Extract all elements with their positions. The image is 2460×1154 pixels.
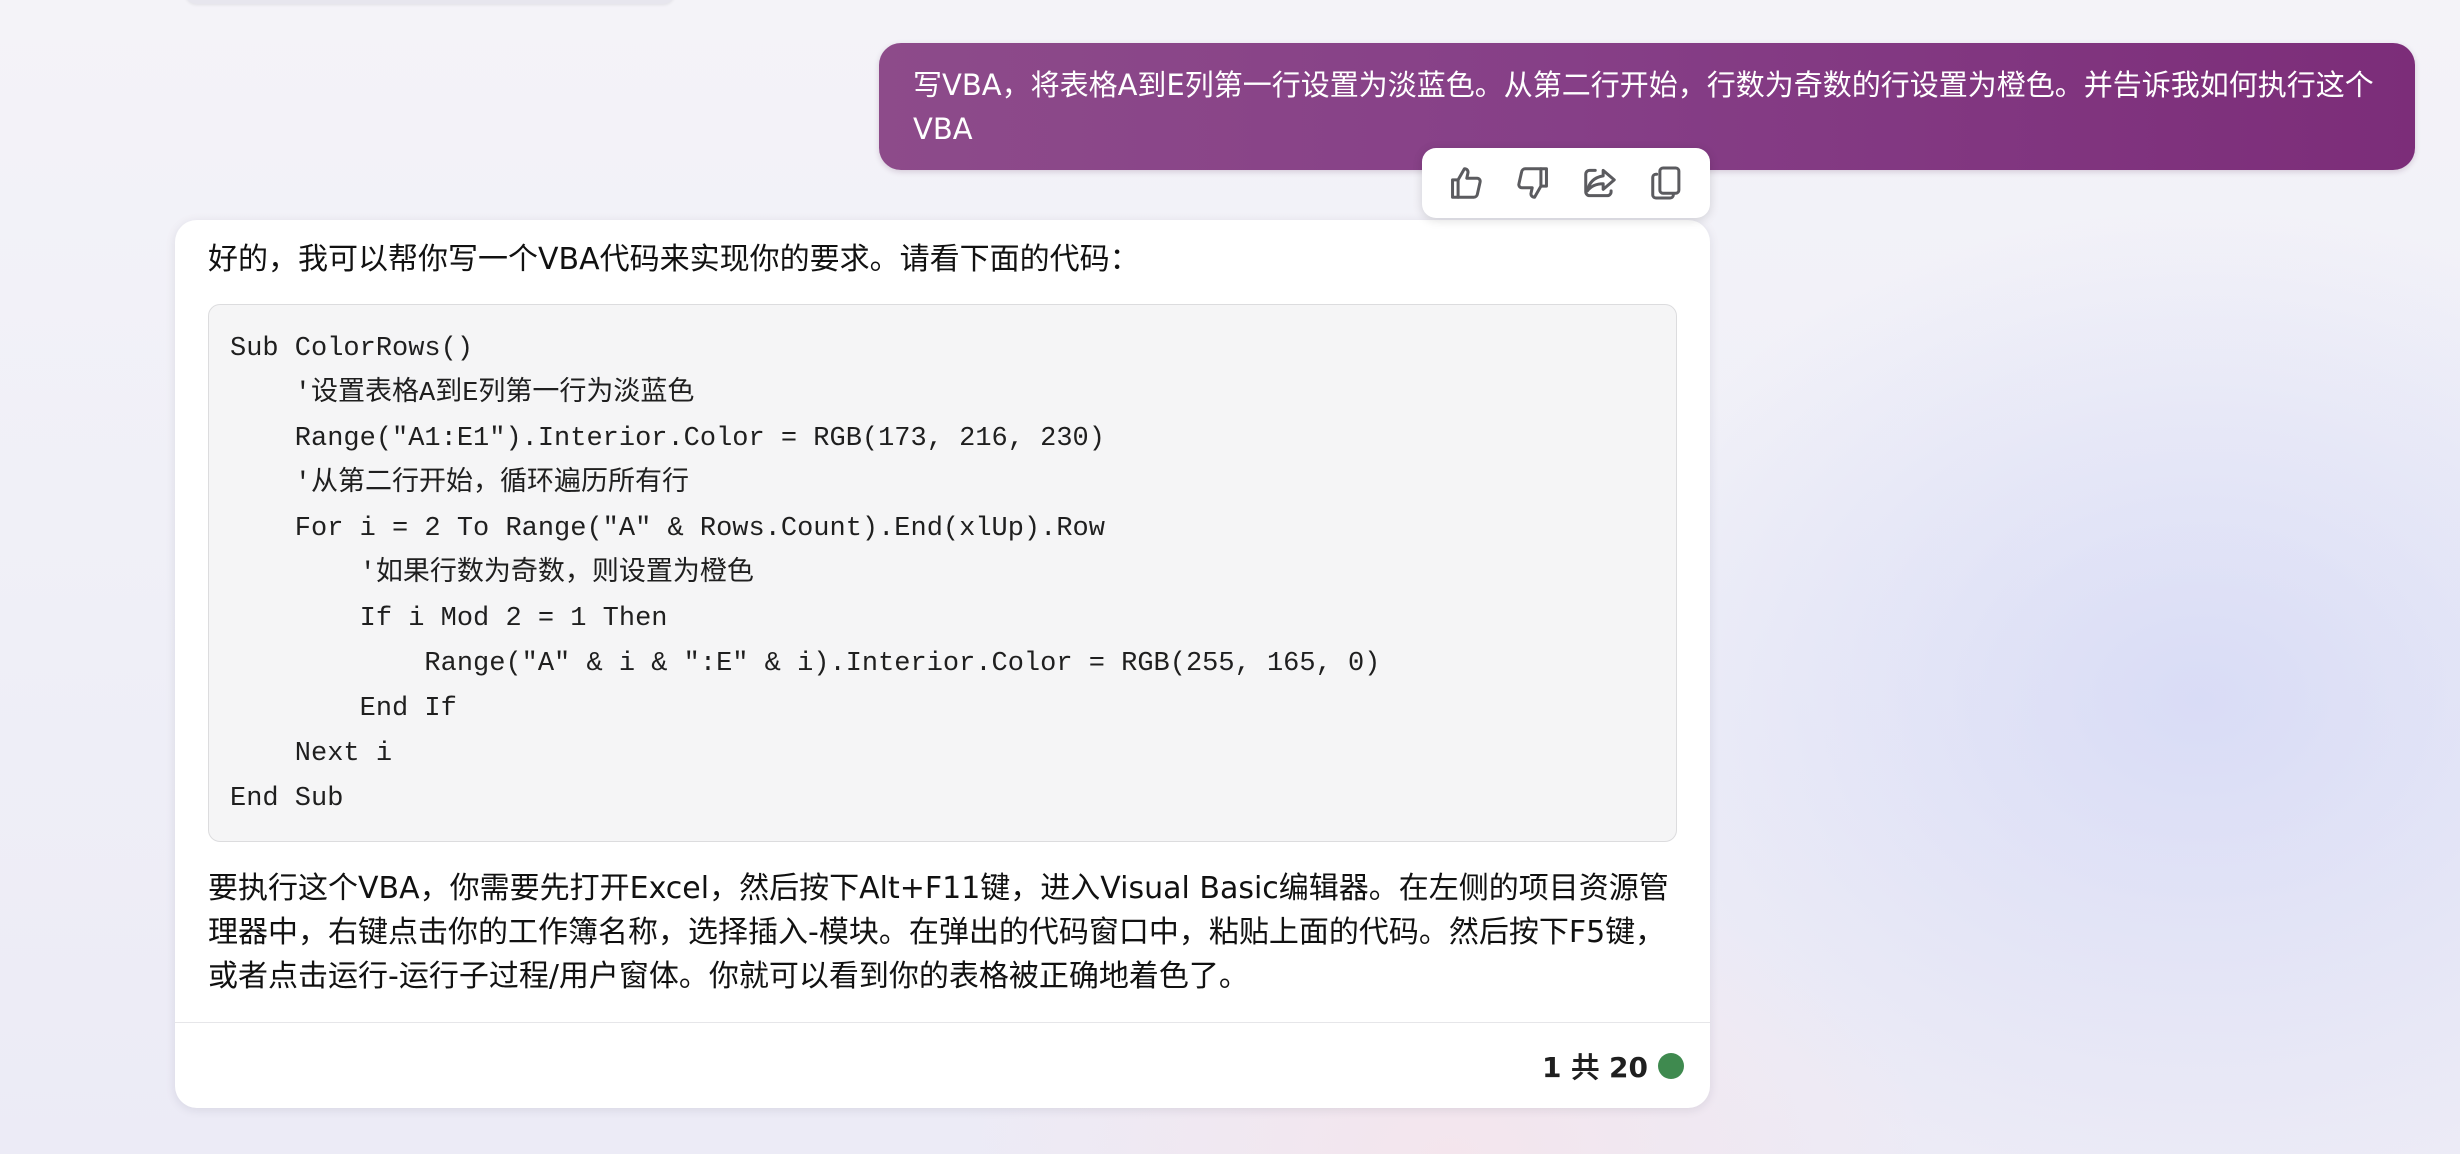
code-line: End Sub xyxy=(230,784,344,814)
share-button[interactable] xyxy=(1572,155,1628,211)
copy-icon xyxy=(1650,166,1680,200)
code-line: If i Mod 2 = 1 Then xyxy=(230,604,668,634)
response-footer: 1 共 20 xyxy=(1542,1046,1684,1086)
response-instructions: 要执行这个VBA，你需要先打开Excel，然后按下Alt+F11键，进入Visu… xyxy=(208,871,1669,994)
copy-button[interactable] xyxy=(1639,155,1695,211)
status-indicator-icon xyxy=(1658,1053,1684,1079)
code-line: '设置表格A到E列第一行为淡蓝色 xyxy=(230,379,695,409)
share-icon xyxy=(1583,168,1616,198)
like-button[interactable] xyxy=(1438,155,1494,211)
code-line: '如果行数为奇数，则设置为橙色 xyxy=(230,559,754,589)
dislike-button[interactable] xyxy=(1505,155,1561,211)
code-line: End If xyxy=(230,694,457,724)
message-action-bar xyxy=(1422,148,1710,218)
code-line: Next i xyxy=(230,739,393,769)
code-line: '从第二行开始，循环遍历所有行 xyxy=(230,469,690,499)
assistant-response-card: 好的，我可以帮你写一个VBA代码来实现你的要求。请看下面的代码： Sub Col… xyxy=(175,220,1710,1108)
previous-card-fragment xyxy=(185,0,675,4)
response-intro: 好的，我可以帮你写一个VBA代码来实现你的要求。请看下面的代码： xyxy=(208,242,1140,277)
thumbs-up-icon xyxy=(1450,167,1482,199)
code-block[interactable]: Sub ColorRows() '设置表格A到E列第一行为淡蓝色 Range("… xyxy=(208,304,1677,842)
code-line: Sub ColorRows() xyxy=(230,334,474,364)
user-message-text: 写VBA，将表格A到E列第一行设置为淡蓝色。从第二行开始，行数为奇数的行设置为橙… xyxy=(913,68,2374,146)
code-line: Range("A" & i & ":E" & i).Interior.Color… xyxy=(230,649,1381,679)
code-line: Range("A1:E1").Interior.Color = RGB(173,… xyxy=(230,424,1105,454)
thumbs-down-icon xyxy=(1516,167,1548,199)
code-line: For i = 2 To Range("A" & Rows.Count).End… xyxy=(230,514,1105,544)
response-counter: 1 共 20 xyxy=(1542,1051,1648,1084)
card-divider xyxy=(175,1022,1710,1023)
